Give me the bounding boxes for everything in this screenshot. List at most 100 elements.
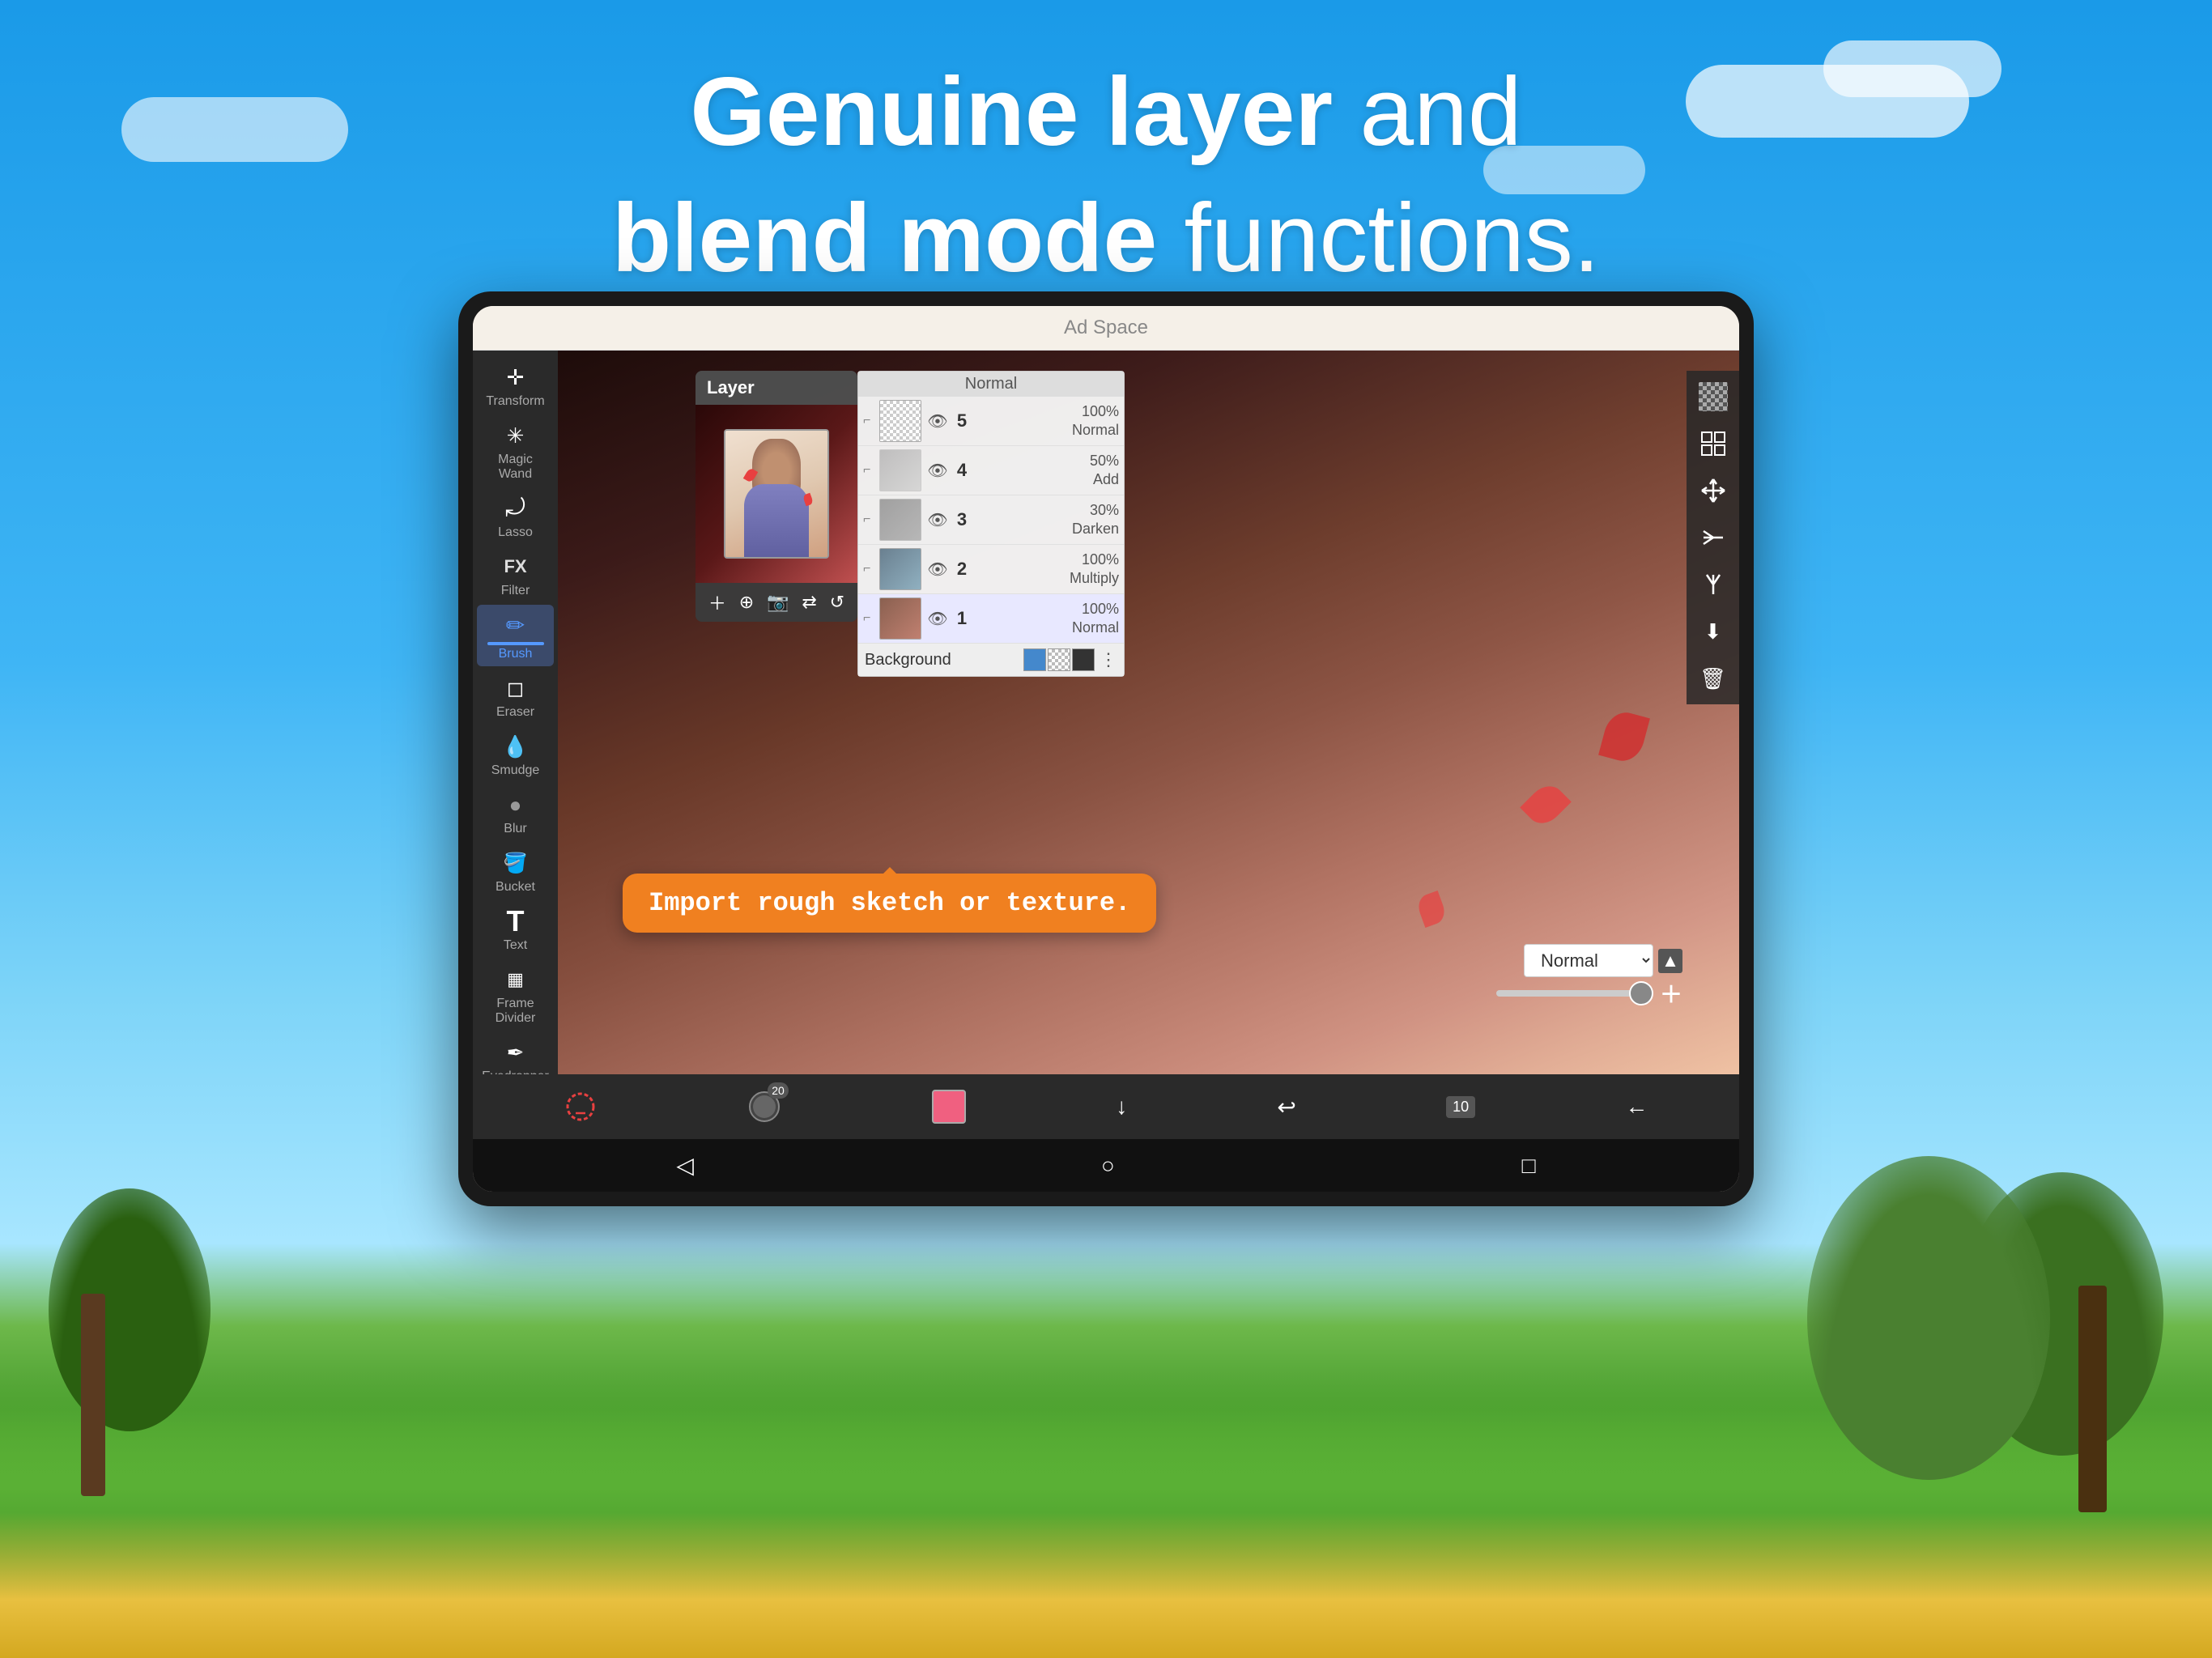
layer1-opacity: 100%: [975, 600, 1119, 619]
blend-mode-bar: Normal Multiply Add Darken Lighten ▲: [1524, 944, 1682, 977]
layer-preview-img: [724, 429, 829, 559]
layer-add2-btn[interactable]: ⊕: [739, 592, 754, 613]
layer1-eye[interactable]: 👁: [926, 607, 949, 630]
background-row[interactable]: Background ⋮: [858, 644, 1124, 676]
transform-icon: ✛: [500, 362, 531, 393]
blur-icon: ●: [500, 789, 531, 820]
lasso-label: Lasso: [498, 525, 533, 540]
mini-char-body: [744, 484, 809, 557]
layer2-info: 100% Multiply: [975, 551, 1119, 589]
page-num-btn[interactable]: 10: [1446, 1096, 1475, 1118]
layer-row-2[interactable]: ⌐ 👁 2 100% Multiply: [858, 545, 1124, 594]
headline: Genuine layer and blend mode functions.: [0, 49, 2212, 301]
right-panel-flip-v-btn[interactable]: [1692, 563, 1734, 606]
back-btn[interactable]: ←: [1625, 1094, 1648, 1120]
right-panel: ⬇ 🗑: [1687, 371, 1739, 704]
layer-row-3[interactable]: ⌐ 👁 3 30% Darken: [858, 495, 1124, 545]
bg-color-dark: [1072, 648, 1095, 671]
opacity-slider-thumb[interactable]: [1629, 981, 1653, 1005]
layer-row-5[interactable]: ⌐ 👁 5 100% Normal: [858, 397, 1124, 446]
page-num-badge: 10: [1446, 1096, 1475, 1118]
layer-preview-area: [696, 405, 857, 583]
layers-list: Normal ⌐ 👁 5 100% Normal: [857, 371, 1125, 677]
color-swatch[interactable]: [932, 1090, 966, 1124]
lasso-bottom-icon: [564, 1090, 597, 1123]
opacity-bar: ＋: [1496, 977, 1682, 1010]
bucket-icon: 🪣: [500, 848, 531, 878]
layer5-mode: Normal: [975, 421, 1119, 440]
blend-mode-select[interactable]: Normal Multiply Add Darken Lighten: [1524, 944, 1653, 977]
layer-toolbar: ＋ ⊕ 📷 ⇄ ↺: [696, 583, 857, 622]
android-recents-btn[interactable]: □: [1522, 1153, 1536, 1179]
tooltip-text: Import rough sketch or texture.: [649, 888, 1130, 918]
main-area: ✛ Transform ✳ Magic Wand ⤾ Lasso FX Filt…: [473, 351, 1739, 1074]
bg-color-blue: [1023, 648, 1046, 671]
layer4-opacity: 50%: [975, 452, 1119, 470]
eyedropper-label: Eyedropper: [482, 1069, 549, 1074]
layer2-eye[interactable]: 👁: [926, 558, 949, 580]
ad-space-bar: Ad Space: [473, 306, 1739, 351]
layer3-info: 30% Darken: [975, 501, 1119, 539]
brush-label: Brush: [499, 647, 533, 661]
tool-filter[interactable]: FX Filter: [477, 546, 554, 603]
brush-size-btn[interactable]: 20: [747, 1089, 782, 1124]
tool-text[interactable]: T Text: [477, 901, 554, 958]
tool-bucket[interactable]: 🪣 Bucket: [477, 843, 554, 899]
layers-blend-mode-header: Normal: [965, 375, 1017, 393]
layer4-eye[interactable]: 👁: [926, 459, 949, 482]
tool-magic-wand[interactable]: ✳ Magic Wand: [477, 415, 554, 487]
tool-brush[interactable]: ✏ Brush: [477, 605, 554, 666]
tool-frame-divider[interactable]: ▦ Frame Divider: [477, 959, 554, 1031]
layer3-eye[interactable]: 👁: [926, 508, 949, 531]
layer-row-4[interactable]: ⌐ 👁 4 50% Add: [858, 446, 1124, 495]
right-panel-delete-btn[interactable]: 🗑: [1692, 657, 1734, 699]
opacity-slider-track[interactable]: [1496, 990, 1653, 997]
layer3-opacity: 30%: [975, 501, 1119, 520]
download-btn[interactable]: ↓: [1116, 1094, 1127, 1120]
layer3-flag: ⌐: [863, 512, 874, 527]
selection-tool-btn[interactable]: [564, 1090, 597, 1123]
bg-more-btn[interactable]: ⋮: [1100, 649, 1117, 670]
text-label: Text: [504, 938, 527, 953]
android-home-btn[interactable]: ○: [1101, 1153, 1115, 1179]
blend-mode-arrow[interactable]: ▲: [1658, 949, 1682, 973]
tablet-screen: Ad Space ✛ Transform ✳ Magic Wand ⤾: [473, 306, 1739, 1192]
layer-add-btn[interactable]: ＋: [708, 589, 726, 615]
tool-smudge[interactable]: 💧 Smudge: [477, 726, 554, 783]
right-panel-arrow-down-btn[interactable]: ⬇: [1692, 610, 1734, 653]
right-panel-flip-h-btn[interactable]: [1692, 517, 1734, 559]
layer5-flag: ⌐: [863, 414, 874, 428]
tool-blur[interactable]: ● Blur: [477, 784, 554, 841]
smudge-icon: 💧: [500, 731, 531, 762]
tool-eyedropper[interactable]: ✒ Eyedropper: [477, 1032, 554, 1074]
layer5-opacity: 100%: [975, 402, 1119, 421]
android-nav: ◁ ○ □: [473, 1139, 1739, 1192]
canvas-area: Layer: [558, 351, 1739, 1074]
layer-panel: Layer: [696, 371, 857, 622]
layer5-info: 100% Normal: [975, 402, 1119, 440]
tree-trunk-right: [2078, 1286, 2107, 1512]
layer-camera-btn[interactable]: 📷: [767, 592, 789, 613]
tool-transform[interactable]: ✛ Transform: [477, 357, 554, 414]
right-panel-move-btn[interactable]: [1692, 470, 1734, 512]
right-panel-grid-btn[interactable]: [1692, 423, 1734, 465]
brush-size-badge: 20: [768, 1082, 789, 1099]
opacity-plus-btn[interactable]: ＋: [1660, 977, 1682, 1010]
layer-row-1[interactable]: ⌐ 👁 1 100% Normal: [858, 594, 1124, 644]
layer5-eye[interactable]: 👁: [926, 410, 949, 432]
tool-eraser[interactable]: ◻ Eraser: [477, 668, 554, 725]
filter-icon: FX: [500, 551, 531, 582]
layer-swap-btn[interactable]: ⇄: [802, 592, 816, 613]
layer4-flag: ⌐: [863, 463, 874, 478]
smudge-label: Smudge: [491, 763, 540, 778]
android-back-btn[interactable]: ◁: [676, 1152, 694, 1179]
layer-preview-content: [725, 431, 827, 557]
undo-btn[interactable]: ↩: [1277, 1094, 1295, 1120]
layer-panel-title: Layer: [707, 377, 755, 397]
right-panel-checker-btn[interactable]: [1692, 376, 1734, 418]
tool-lasso[interactable]: ⤾ Lasso: [477, 488, 554, 545]
brush-active-indicator: [487, 642, 544, 645]
blur-label: Blur: [504, 822, 526, 836]
layer1-thumb: [879, 597, 921, 640]
layer-undo-btn[interactable]: ↺: [830, 592, 844, 613]
